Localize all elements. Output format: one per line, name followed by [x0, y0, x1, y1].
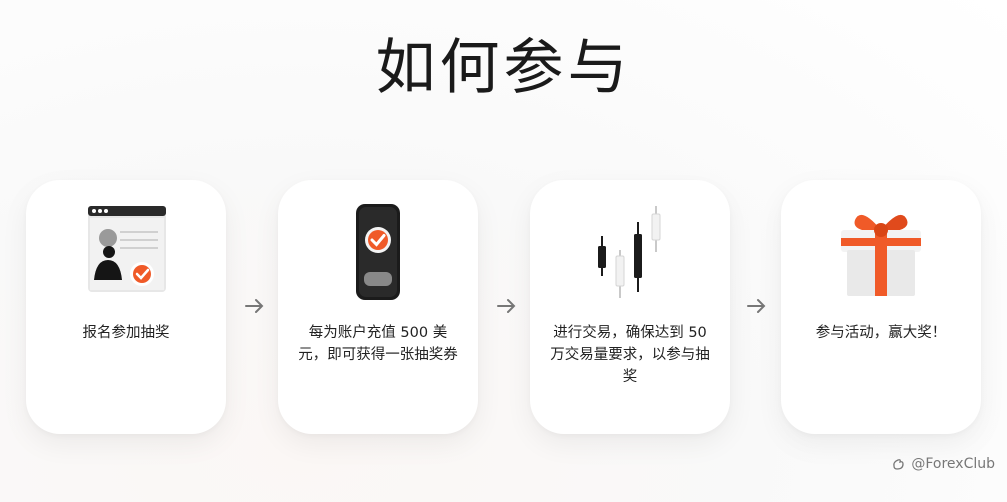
step-card-3: 进行交易，确保达到 50 万交易量要求，以参与抽奖 — [530, 180, 730, 434]
page-title: 如何参与 — [375, 33, 632, 103]
step-card-1: 报名参加抽奖 — [26, 180, 226, 434]
step-card-4: 参与活动，赢大奖！ — [781, 180, 981, 434]
step-text: 参与活动，赢大奖！ — [815, 325, 947, 341]
weibo-logo-icon — [893, 459, 904, 470]
arrow-right-icon — [245, 299, 264, 313]
step-card-2: 每为账户充值 500 美元，即可获得一张抽奖券 — [278, 180, 478, 434]
phone-check-icon — [328, 200, 428, 300]
arrow-right-icon — [747, 299, 766, 313]
candlestick-chart-icon — [580, 200, 680, 300]
arrow-right-icon — [497, 299, 516, 313]
signup-form-icon — [76, 200, 176, 300]
watermark-text: @ForexClub — [911, 456, 995, 472]
gift-box-icon — [831, 200, 931, 300]
step-text: 报名参加抽奖 — [82, 325, 170, 341]
step-text: 进行交易，确保达到 50 万交易量要求，以参与抽奖 — [550, 325, 710, 385]
step-text: 每为账户充值 500 美元，即可获得一张抽奖券 — [298, 325, 458, 363]
watermark: @ForexClub — [891, 456, 995, 472]
